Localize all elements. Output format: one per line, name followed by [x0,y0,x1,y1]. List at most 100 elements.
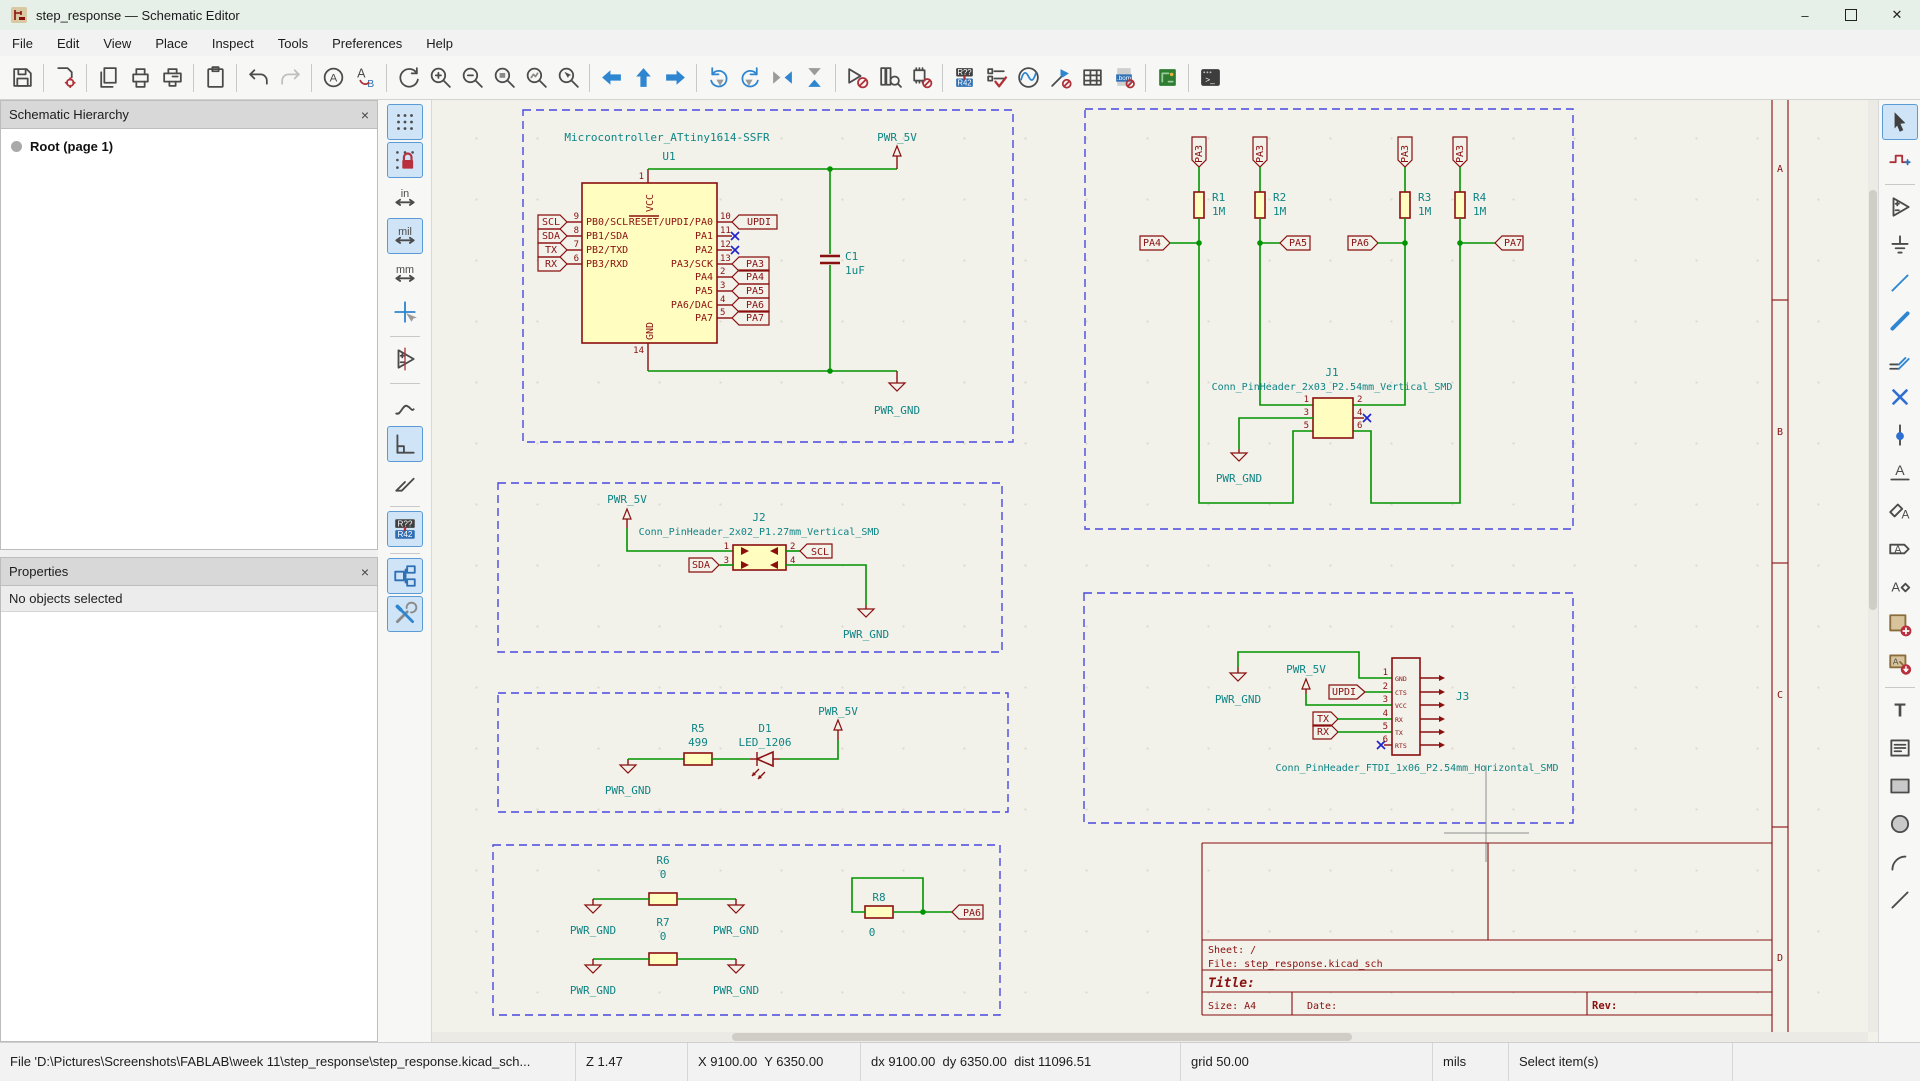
global-label-pa5-net[interactable]: PA5 [1280,236,1310,250]
power-pwrgnd-r7r[interactable]: PWR_GND [713,959,759,997]
free-angle-wires-button[interactable] [387,388,423,424]
vertical-scrollbar[interactable] [1868,100,1878,1032]
d1-symbol[interactable]: D1 LED_1206 [739,722,792,779]
close-button[interactable]: ✕ [1874,0,1920,30]
no-connect-pa1[interactable] [731,232,739,240]
erc-button[interactable] [980,62,1012,94]
menu-place[interactable]: Place [143,30,200,56]
global-label-scl-j2[interactable]: SCL [800,544,832,558]
power-pwrgnd-mcu[interactable]: PWR_GND [874,371,920,417]
refresh-button[interactable] [392,62,424,94]
menu-inspect[interactable]: Inspect [200,30,266,56]
dashed-group-box-pullups[interactable] [1085,109,1573,529]
select-tool-button[interactable] [1882,104,1918,140]
horizontal-scrollbar-thumb[interactable] [732,1033,1352,1041]
global-label-updi[interactable]: UPDI [732,215,777,229]
textbox-tool-button[interactable] [1882,730,1918,766]
wire[interactable] [1353,243,1405,405]
undo-button[interactable] [242,62,274,94]
no-connect-j1-pin4[interactable] [1363,414,1371,422]
global-label-pa5[interactable]: PA5 [732,284,769,298]
power-pwrgnd-r7l[interactable]: PWR_GND [570,959,616,997]
r2-symbol[interactable]: R21M [1255,167,1287,243]
power-pwr5v-j3[interactable]: PWR_5V [1286,663,1326,694]
global-label-pa7[interactable]: PA7 [732,311,769,325]
open-pcb-button[interactable] [1151,62,1183,94]
auto-annotate-button[interactable]: R??R42 [387,511,423,547]
place-power-button[interactable] [1882,227,1918,263]
global-label-tx[interactable]: TX [538,243,567,257]
maximize-button[interactable] [1828,0,1874,30]
r7-symbol[interactable]: R7 0 [649,916,677,965]
place-symbol-button[interactable] [1882,189,1918,225]
grid-visibility-button[interactable] [387,104,423,140]
hv-wires-button[interactable] [387,426,423,462]
nav-forward-button[interactable] [659,62,691,94]
deg45-wires-button[interactable] [387,464,423,500]
global-label-sda-j2[interactable]: SDA [689,558,719,572]
no-connect-button[interactable] [1882,379,1918,415]
sim-probe-button[interactable] [1044,62,1076,94]
bus-entry-button[interactable] [1882,341,1918,377]
dashed-group-box-led[interactable] [498,693,1008,812]
global-label-button[interactable]: A [1882,531,1918,567]
global-label-rx-j3[interactable]: RX [1313,725,1338,739]
power-pwr5v-j2[interactable]: PWR_5V [607,493,647,528]
no-connect-pa2[interactable] [731,246,739,254]
zoom-fit-button[interactable] [488,62,520,94]
r5-symbol[interactable]: R5 499 [684,722,712,765]
arc-tool-button[interactable] [1882,844,1918,880]
wire[interactable] [1239,418,1313,449]
menu-edit[interactable]: Edit [45,30,91,56]
menu-tools[interactable]: Tools [266,30,320,56]
power-pwr5v-mcu[interactable]: PWR_5V [877,131,917,169]
wire[interactable] [1260,243,1313,405]
schematic-setup-button[interactable] [49,62,81,94]
r3-symbol[interactable]: R31M [1400,167,1432,243]
footprint-assign-button[interactable] [905,62,937,94]
units-mm-button[interactable]: mm [387,256,423,292]
power-pwr5v-led[interactable]: PWR_5V [818,705,858,740]
text-tool-button[interactable]: T [1882,692,1918,728]
schematic-canvas[interactable]: A B C D Microcontroller_ATtiny1614-SSFR … [432,100,1878,1042]
grid-override-button[interactable] [387,142,423,178]
wire[interactable] [1199,243,1313,503]
line-tool-button[interactable] [1882,882,1918,918]
zoom-out-button[interactable] [456,62,488,94]
j1-symbol[interactable]: J1 Conn_PinHeader_2x03_P2.54mm_Vertical_… [1212,366,1453,438]
simulator-button[interactable] [1012,62,1044,94]
power-pwrgnd-j3[interactable]: PWR_GND [1215,667,1261,706]
zoom-objects-button[interactable] [520,62,552,94]
global-label-pa3-v1[interactable]: PA3 [1192,137,1206,167]
properties-close-icon[interactable]: × [361,564,369,580]
c1-symbol[interactable]: C1 1uF [820,169,865,371]
menu-help[interactable]: Help [414,30,465,56]
bus-tool-button[interactable] [1882,303,1918,339]
fields-table-button[interactable] [1076,62,1108,94]
wire-tool-button[interactable] [1882,265,1918,301]
vertical-scrollbar-thumb[interactable] [1869,190,1877,610]
rectangle-tool-button[interactable] [1882,768,1918,804]
zoom-in-button[interactable] [424,62,456,94]
console-button[interactable]: >_ [1194,62,1226,94]
power-pwrgnd-j2[interactable]: PWR_GND [843,605,889,641]
global-label-pa6-r8[interactable]: PA6 [952,905,983,919]
junction-tool-button[interactable] [1882,417,1918,453]
library-browser-button[interactable] [873,62,905,94]
global-label-sda[interactable]: SDA [538,229,567,243]
import-sheet-pin-button[interactable]: A [1882,645,1918,681]
global-label-pa4-net[interactable]: PA4 [1140,236,1170,250]
save-button[interactable] [6,62,38,94]
page-settings-button[interactable] [92,62,124,94]
rotate-cw-button[interactable] [734,62,766,94]
menu-preferences[interactable]: Preferences [320,30,414,56]
bom-button[interactable]: .bom [1108,62,1140,94]
mirror-v-button[interactable] [798,62,830,94]
find-button[interactable]: A [317,62,349,94]
nav-up-button[interactable] [627,62,659,94]
plot-button[interactable] [156,62,188,94]
rotate-ccw-button[interactable] [702,62,734,94]
nav-back-button[interactable] [595,62,627,94]
junction[interactable] [827,368,833,374]
global-label-pa6-net[interactable]: PA6 [1348,236,1378,250]
